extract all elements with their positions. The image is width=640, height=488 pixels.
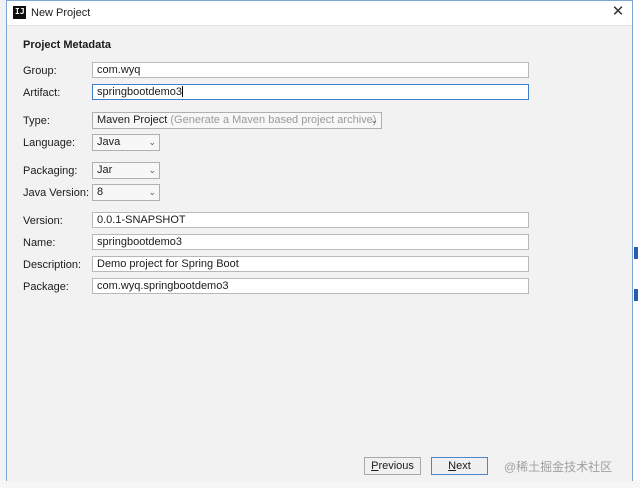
window-title: New Project	[31, 7, 91, 19]
artifact-label: Artifact:	[23, 87, 61, 99]
previous-label-rest: revious	[378, 460, 414, 472]
chevron-down-icon: ⌄	[148, 137, 156, 147]
chevron-down-icon: ⌄	[148, 187, 156, 197]
next-mnemonic: N	[448, 460, 457, 472]
close-icon[interactable]: ✕	[608, 3, 628, 21]
app-icon-letters: IJ	[15, 7, 25, 16]
chevron-down-icon: ⌄	[148, 165, 156, 175]
packaging-select[interactable]: Jar ⌄	[92, 162, 160, 179]
language-value: Java	[97, 136, 121, 148]
background-ide-bottom	[0, 480, 640, 488]
next-button[interactable]: Next	[431, 457, 488, 475]
java-version-select[interactable]: 8 ⌄	[92, 184, 160, 201]
text-caret	[182, 86, 184, 97]
java-version-value: 8	[97, 186, 104, 198]
name-label: Name:	[23, 237, 56, 249]
group-input[interactable]: com.wyq	[92, 62, 529, 78]
section-title: Project Metadata	[23, 39, 112, 51]
package-input[interactable]: com.wyq.springbootdemo3	[92, 278, 529, 294]
version-label: Version:	[23, 215, 63, 227]
packaging-label: Packaging:	[23, 165, 78, 177]
type-select[interactable]: Maven Project (Generate a Maven based pr…	[92, 112, 382, 129]
artifact-value: springbootdemo3	[97, 86, 183, 98]
title-bar: IJ New Project ✕	[7, 1, 632, 25]
next-label-rest: ext	[456, 460, 471, 472]
packaging-value: Jar	[97, 164, 113, 176]
version-input[interactable]: 0.0.1-SNAPSHOT	[92, 212, 529, 228]
description-label: Description:	[23, 259, 82, 271]
dialog-footer: Previous Next @稀土掘金技术社区	[7, 448, 632, 481]
name-input[interactable]: springbootdemo3	[92, 234, 529, 250]
watermark: @稀土掘金技术社区	[504, 460, 613, 474]
type-hint: (Generate a Maven based project archive)	[170, 114, 377, 126]
previous-button[interactable]: Previous	[364, 457, 421, 475]
artifact-input[interactable]: springbootdemo3	[92, 84, 529, 100]
package-label: Package:	[23, 281, 69, 293]
language-select[interactable]: Java ⌄	[92, 134, 160, 151]
content-panel: Project Metadata Group: com.wyq Artifact…	[7, 25, 632, 448]
type-value: Maven Project	[97, 114, 168, 126]
group-label: Group:	[23, 65, 57, 77]
intellij-icon: IJ	[13, 6, 26, 19]
chevron-down-icon: ⌄	[370, 115, 378, 125]
description-input[interactable]: Demo project for Spring Boot	[92, 256, 529, 272]
java-version-label: Java Version:	[23, 187, 90, 199]
language-label: Language:	[23, 137, 75, 149]
type-label: Type:	[23, 115, 50, 127]
background-ide-right	[632, 0, 640, 488]
background-marker	[634, 289, 638, 301]
new-project-dialog: IJ New Project ✕ Project Metadata Group:…	[6, 0, 633, 481]
background-marker	[634, 247, 638, 259]
